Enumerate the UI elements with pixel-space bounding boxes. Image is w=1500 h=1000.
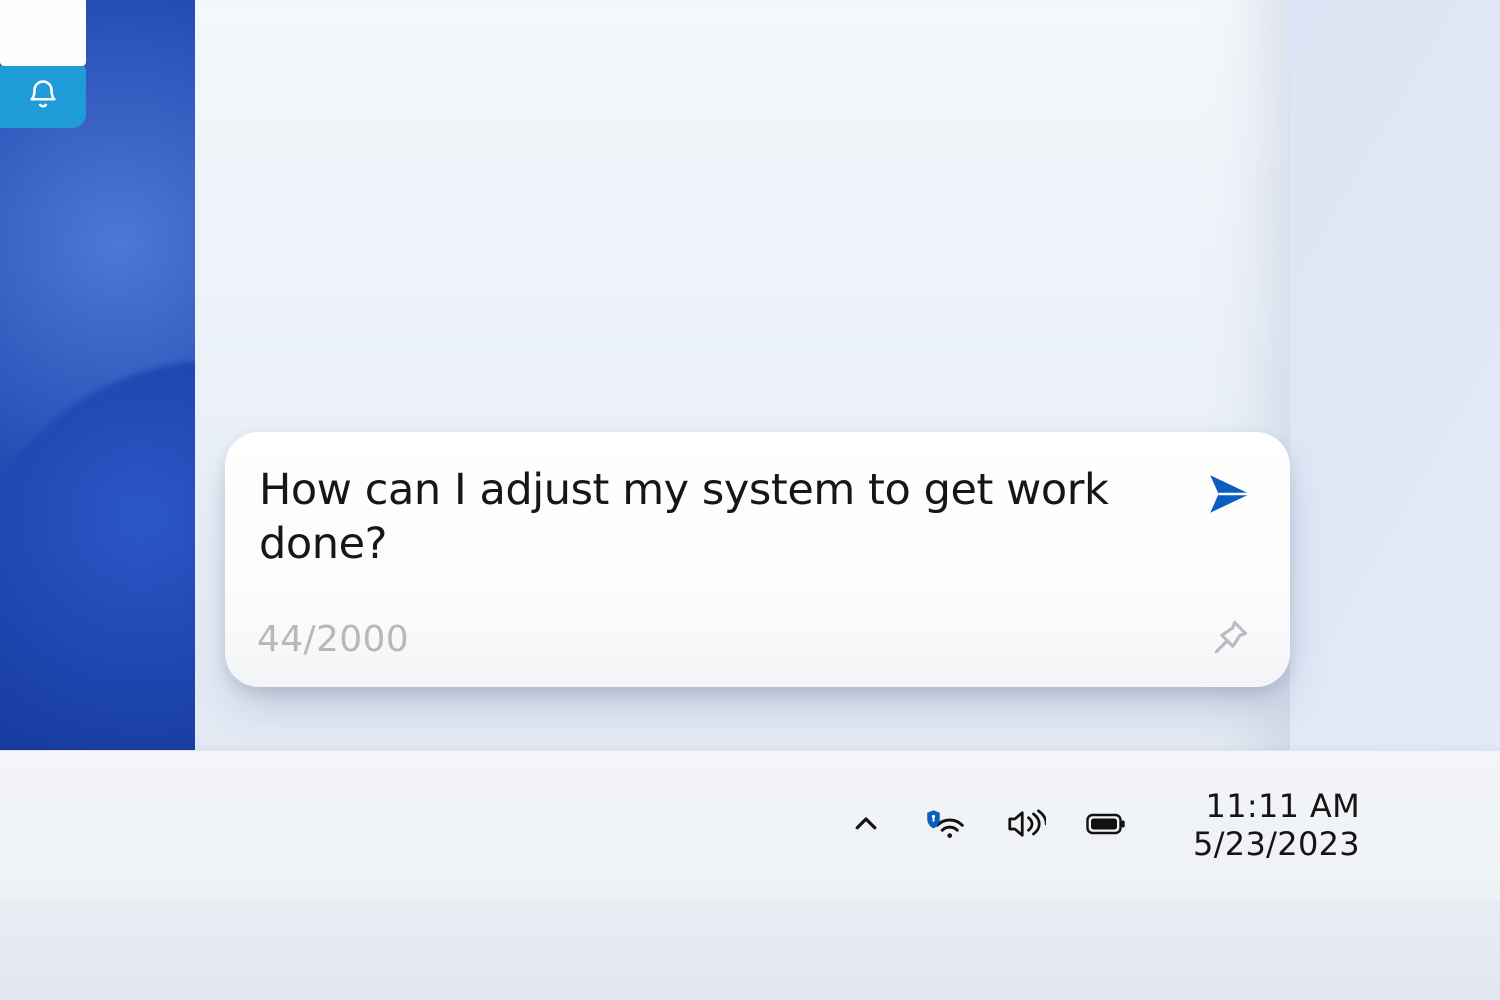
- bell-icon: [26, 78, 60, 116]
- taskbar: 11:11 AM 5/23/2023: [0, 750, 1500, 900]
- tray-overflow-button[interactable]: [843, 803, 889, 849]
- chevron-up-icon: [851, 809, 881, 843]
- chat-input-card: 44/2000: [225, 432, 1290, 687]
- clock-time: 11:11 AM: [1206, 789, 1360, 825]
- below-taskbar: [0, 900, 1500, 1000]
- taskbar-clock[interactable]: 11:11 AM 5/23/2023: [1193, 789, 1360, 863]
- send-button[interactable]: [1202, 468, 1256, 522]
- notifications-tab[interactable]: [0, 66, 86, 128]
- send-icon: [1204, 469, 1254, 522]
- char-counter: 44/2000: [257, 619, 409, 660]
- battery-button[interactable]: [1083, 803, 1129, 849]
- desktop: 44/2000: [0, 0, 1500, 1000]
- network-button[interactable]: [923, 803, 969, 849]
- pin-icon: [1208, 616, 1252, 663]
- volume-button[interactable]: [1003, 803, 1049, 849]
- wifi-secure-icon: [926, 804, 966, 848]
- sidebar-strip: [0, 0, 86, 66]
- chat-input[interactable]: [257, 462, 1182, 586]
- pin-button[interactable]: [1204, 613, 1256, 665]
- speaker-icon: [1006, 804, 1046, 848]
- battery-icon: [1086, 804, 1126, 848]
- clock-date: 5/23/2023: [1193, 827, 1360, 863]
